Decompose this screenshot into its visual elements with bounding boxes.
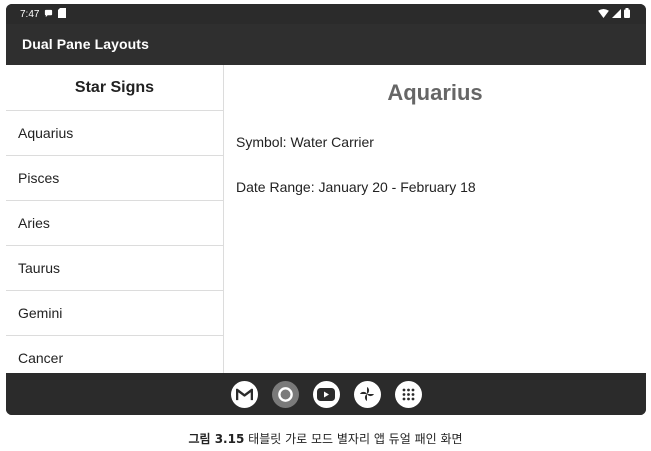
youtube-icon[interactable] xyxy=(312,380,340,408)
list-item-aquarius[interactable]: Aquarius xyxy=(6,111,223,156)
figure-caption: 그림 3.15 태블릿 가로 모드 별자리 앱 듀얼 패인 화면 xyxy=(0,430,651,447)
status-bar: 7:47 xyxy=(6,4,646,24)
status-right xyxy=(598,8,630,21)
chrome-icon[interactable] xyxy=(271,380,299,408)
dock-bar xyxy=(6,373,646,415)
app-drawer-icon[interactable] xyxy=(394,380,422,408)
list-item-taurus[interactable]: Taurus xyxy=(6,246,223,291)
status-time: 7:47 xyxy=(20,9,40,20)
list-item-pisces[interactable]: Pisces xyxy=(6,156,223,201)
list-item-cancer[interactable]: Cancer xyxy=(6,336,223,373)
dual-pane-content: Star Signs Aquarius Pisces Aries Taurus … xyxy=(6,65,646,373)
list-item-aries[interactable]: Aries xyxy=(6,201,223,246)
list-header: Star Signs xyxy=(6,65,223,111)
battery-icon xyxy=(624,8,630,21)
wifi-icon xyxy=(598,8,609,21)
status-left: 7:47 xyxy=(20,8,67,21)
detail-title: Aquarius xyxy=(387,80,483,105)
gmail-icon[interactable] xyxy=(230,380,258,408)
tablet-screen: 7:47 Dual Pane Layouts Star Signs Aquari… xyxy=(6,4,646,415)
list-item-gemini[interactable]: Gemini xyxy=(6,291,223,336)
star-sign-list-pane[interactable]: Star Signs Aquarius Pisces Aries Taurus … xyxy=(6,65,224,373)
detail-pane: Aquarius Symbol: Water Carrier Date Rang… xyxy=(224,65,646,373)
signal-icon xyxy=(612,8,621,21)
caption-label: 그림 3.15 xyxy=(188,432,245,446)
notification-icon xyxy=(44,9,53,21)
detail-symbol: Symbol: Water Carrier xyxy=(236,134,374,150)
app-bar: Dual Pane Layouts xyxy=(6,24,646,65)
detail-date-range: Date Range: January 20 - February 18 xyxy=(236,179,476,195)
caption-text: 태블릿 가로 모드 별자리 앱 듀얼 패인 화면 xyxy=(248,432,463,446)
sd-card-icon xyxy=(58,8,67,21)
photos-icon[interactable] xyxy=(353,380,381,408)
app-title: Dual Pane Layouts xyxy=(22,36,149,52)
